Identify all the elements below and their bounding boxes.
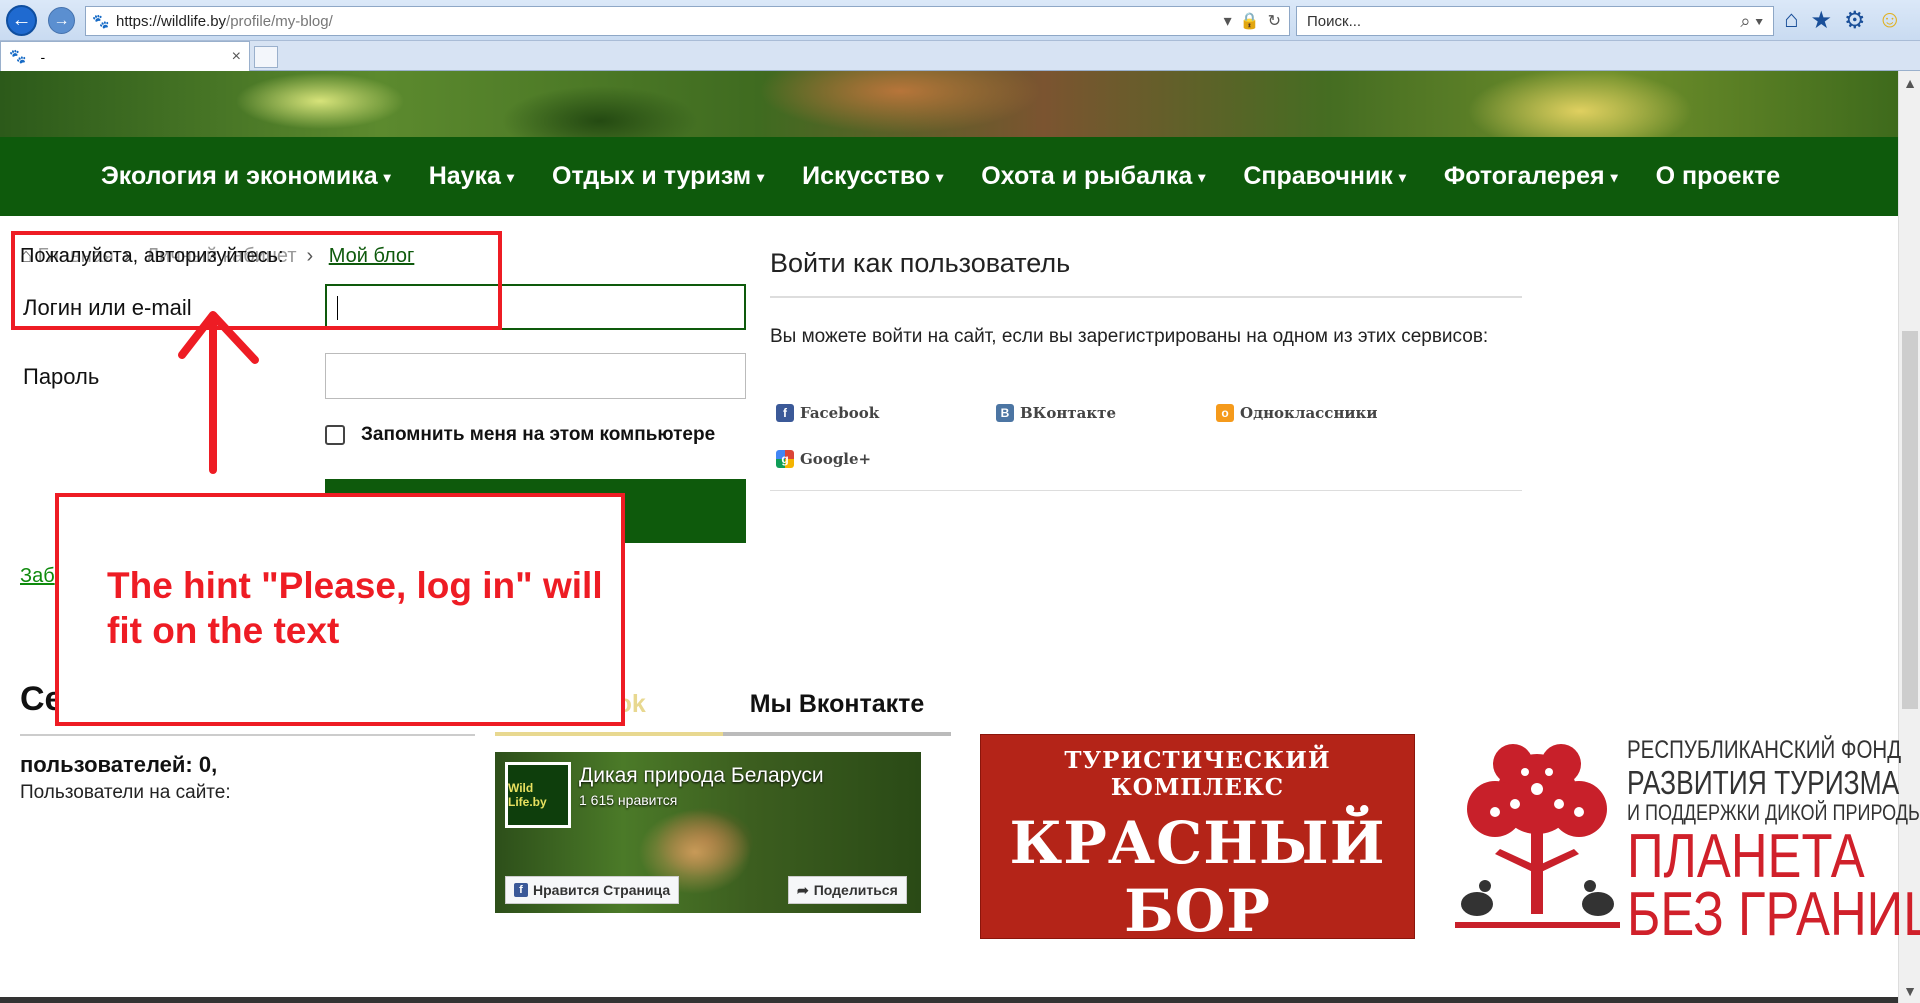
window-bottom-edge xyxy=(0,997,1898,1003)
refresh-icon[interactable]: ↻ xyxy=(1268,11,1281,31)
close-tab-icon[interactable]: × xyxy=(232,48,241,66)
main-navigation: Экология и экономика ▾ Наука ▾ Отдых и тур… xyxy=(0,137,1898,216)
favorites-star-icon[interactable]: ★ xyxy=(1811,6,1833,35)
scrollbar-thumb[interactable] xyxy=(1902,331,1918,709)
page-scrollbar[interactable]: ▲ ▼ xyxy=(1898,71,1920,1003)
odnoklassniki-icon: o xyxy=(1216,404,1234,422)
new-tab-button[interactable] xyxy=(254,46,278,68)
chevron-down-icon: ▾ xyxy=(936,168,944,185)
share-icon: ➦ xyxy=(797,881,809,898)
ornamental-tree-icon xyxy=(1455,744,1620,928)
sso-vkontakte[interactable]: B ВКонтакте xyxy=(996,404,1116,422)
back-button[interactable]: ← xyxy=(6,5,37,36)
ad-planeta-bez-granits[interactable]: РЕСПУБЛИКАНСКИЙ ФОНД РАЗВИТИЯ ТУРИЗМА И … xyxy=(1455,734,1920,946)
url-text[interactable]: https://wildlife.by/profile/my-blog/ xyxy=(116,13,1224,30)
sso-odnoklassniki[interactable]: o Одноклассники xyxy=(1216,404,1378,422)
stats-online: Пользователи на сайте: xyxy=(20,782,231,803)
password-label: Пароль xyxy=(23,364,100,389)
nav-item-hunting[interactable]: Охота и рыбалка ▾ xyxy=(981,162,1205,191)
browser-tab[interactable]: 🐾 - × xyxy=(0,41,250,71)
browser-toolbar: ← → 🐾 https://wildlife.by/profile/my-blo… xyxy=(0,0,1920,41)
screenshot-root: ← → 🐾 https://wildlife.by/profile/my-blo… xyxy=(0,0,1920,1003)
paw-favicon-icon: 🐾 xyxy=(9,48,27,64)
nav-item-art[interactable]: Искусство ▾ xyxy=(802,162,943,191)
annotation-text: The hint "Please, log in" will fit on th… xyxy=(107,565,603,651)
vk-icon: B xyxy=(996,404,1014,422)
chevron-down-icon: ▾ xyxy=(506,168,514,185)
remember-label: Запомнить меня на этом компьютере xyxy=(361,424,716,445)
annotation-arrow-up-icon xyxy=(178,311,259,474)
tab-title: - xyxy=(40,48,46,65)
search-placeholder: Поиск... xyxy=(1307,12,1362,30)
nav-item-gallery[interactable]: Фотогалерея ▾ xyxy=(1444,162,1618,191)
remember-checkbox[interactable] xyxy=(325,425,345,445)
search-icon[interactable]: ⌕ ▾ xyxy=(1740,11,1763,32)
tab-vkontakte[interactable]: Мы Вконтакте xyxy=(723,688,951,736)
tab-bar: 🐾 - × xyxy=(0,41,1920,71)
smiley-feedback-icon[interactable]: ☺ xyxy=(1878,6,1903,35)
lock-icon[interactable]: 🔒 xyxy=(1240,11,1260,31)
facebook-icon: f xyxy=(514,883,528,897)
chevron-down-icon: ▾ xyxy=(383,168,391,185)
chevron-down-icon: ▾ xyxy=(1610,168,1618,185)
wildlife-logo: Wild Life.by xyxy=(505,762,571,828)
gear-icon[interactable]: ⚙ xyxy=(1844,6,1866,35)
fb-like-page-button[interactable]: f Нравится Страница xyxy=(505,876,680,904)
sso-google-plus[interactable]: g Google+ xyxy=(776,450,871,468)
forgot-password-link[interactable]: Заб xyxy=(20,565,55,588)
home-icon[interactable]: ⌂ xyxy=(1784,6,1799,35)
dropdown-arrow-icon[interactable]: ▾ xyxy=(1224,11,1232,31)
fb-likes-count: 1 615 нравится xyxy=(579,792,678,808)
scroll-down-icon[interactable]: ▼ xyxy=(1899,983,1920,999)
ad-krasny-bor[interactable]: ТУРИСТИЧЕСКИЙ КОМПЛЕКС КРАСНЫЙ БОР Генер… xyxy=(980,734,1415,987)
nav-item-reference[interactable]: Справочник ▾ xyxy=(1243,162,1406,191)
chevron-down-icon: ▾ xyxy=(1398,168,1406,185)
sso-title: Войти как пользователь xyxy=(770,248,1071,278)
divider xyxy=(20,734,475,736)
forward-button[interactable]: → xyxy=(48,7,75,34)
sso-description: Вы можете войти на сайт, если вы зарегис… xyxy=(770,326,1489,347)
google-plus-icon: g xyxy=(776,450,794,468)
scroll-up-icon[interactable]: ▲ xyxy=(1899,75,1920,91)
sso-facebook[interactable]: f Facebook xyxy=(776,404,879,422)
fb-share-button[interactable]: ➦ Поделиться xyxy=(788,876,907,904)
chevron-down-icon: ▾ xyxy=(757,168,765,185)
remember-me[interactable]: Запомнить меня на этом компьютере xyxy=(325,424,715,446)
facebook-icon: f xyxy=(776,404,794,422)
divider xyxy=(770,490,1522,491)
address-bar[interactable]: 🐾 https://wildlife.by/profile/my-blog/ ▾… xyxy=(85,6,1290,36)
search-box[interactable]: Поиск... ⌕ ▾ xyxy=(1296,6,1774,36)
password-input[interactable] xyxy=(325,353,746,399)
paw-favicon-icon: 🐾 xyxy=(92,12,110,29)
fb-page-name[interactable]: Дикая природа Беларуси xyxy=(579,764,824,788)
nav-item-tourism[interactable]: Отдых и туризм ▾ xyxy=(552,162,764,191)
nav-item-about[interactable]: О проекте xyxy=(1656,162,1781,191)
nav-item-ecology[interactable]: Экология и экономика ▾ xyxy=(101,162,391,191)
divider xyxy=(770,296,1522,298)
facebook-page-widget[interactable]: Wild Life.by Дикая природа Беларуси 1 61… xyxy=(495,752,921,913)
nav-item-science[interactable]: Наука ▾ xyxy=(429,162,514,191)
stats-users: пользователей: 0, xyxy=(20,752,218,777)
chevron-down-icon: ▾ xyxy=(1198,168,1206,185)
header-banner-image xyxy=(0,71,1898,137)
